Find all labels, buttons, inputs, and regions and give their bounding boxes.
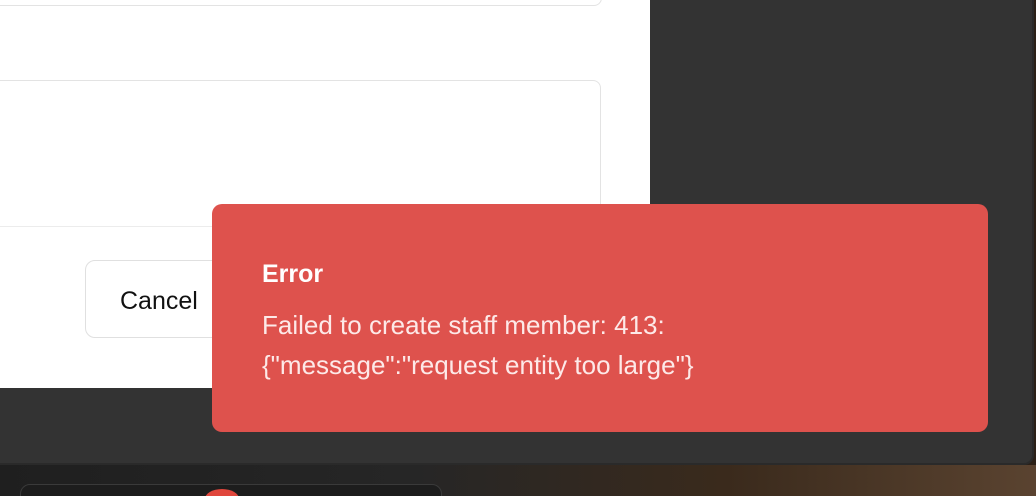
error-toast[interactable]: Error Failed to create staff member: 413… — [212, 204, 988, 432]
toast-message-line-1: Failed to create staff member: 413: — [262, 310, 665, 340]
toast-title: Error — [262, 260, 324, 288]
toast-message: Failed to create staff member: 413: {"me… — [262, 305, 938, 385]
text-field[interactable] — [0, 0, 602, 6]
screen: Cancel Error Failed to create staff memb… — [0, 0, 1036, 496]
toast-message-line-2: {"message":"request entity too large"} — [262, 350, 694, 380]
